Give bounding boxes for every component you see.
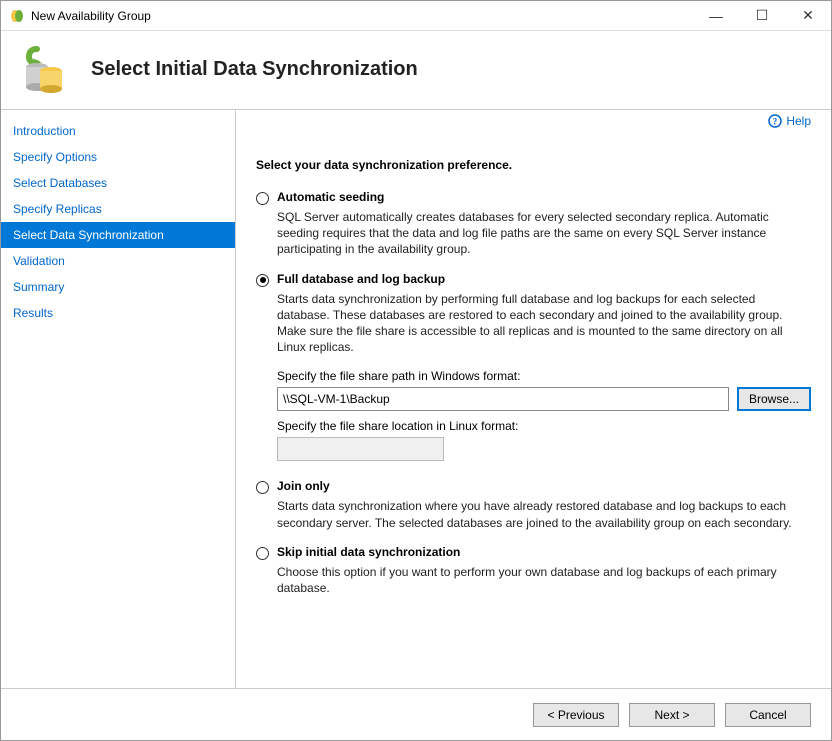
sidebar-item-results[interactable]: Results — [1, 300, 235, 326]
wizard-sidebar: Introduction Specify Options Select Data… — [1, 110, 236, 688]
input-windows-path[interactable] — [277, 387, 729, 411]
label-linux-path: Specify the file share location in Linux… — [277, 419, 811, 433]
label-full-backup: Full database and log backup — [277, 272, 445, 286]
input-linux-path — [277, 437, 444, 461]
page-title: Select Initial Data Synchronization — [91, 58, 418, 81]
app-icon — [9, 8, 25, 24]
label-join-only: Join only — [277, 479, 330, 493]
wizard-icon — [19, 43, 71, 95]
sidebar-item-validation[interactable]: Validation — [1, 248, 235, 274]
help-link[interactable]: ? Help — [768, 114, 811, 128]
desc-skip: Choose this option if you want to perfor… — [277, 564, 811, 596]
cancel-button[interactable]: Cancel — [725, 703, 811, 727]
sidebar-item-select-databases[interactable]: Select Databases — [1, 170, 235, 196]
desc-join-only: Starts data synchronization where you ha… — [277, 498, 811, 530]
label-skip: Skip initial data synchronization — [277, 545, 460, 559]
window-title: New Availability Group — [31, 9, 693, 23]
sidebar-item-summary[interactable]: Summary — [1, 274, 235, 300]
radio-join-only[interactable] — [256, 481, 269, 494]
previous-button[interactable]: < Previous — [533, 703, 619, 727]
desc-automatic-seeding: SQL Server automatically creates databas… — [277, 209, 811, 258]
maximize-button[interactable]: ☐ — [739, 1, 785, 30]
browse-button[interactable]: Browse... — [737, 387, 811, 411]
sidebar-item-select-data-sync[interactable]: Select Data Synchronization — [1, 222, 235, 248]
desc-full-backup: Starts data synchronization by performin… — [277, 291, 811, 356]
radio-skip[interactable] — [256, 547, 269, 560]
label-automatic-seeding: Automatic seeding — [277, 190, 384, 204]
close-button[interactable]: ✕ — [785, 1, 831, 30]
page-header: Select Initial Data Synchronization — [1, 31, 831, 110]
titlebar: New Availability Group — ☐ ✕ — [1, 1, 831, 31]
radio-automatic-seeding[interactable] — [256, 192, 269, 205]
sidebar-item-specify-options[interactable]: Specify Options — [1, 144, 235, 170]
footer: < Previous Next > Cancel — [1, 688, 831, 740]
help-label: Help — [786, 114, 811, 128]
sidebar-item-specify-replicas[interactable]: Specify Replicas — [1, 196, 235, 222]
help-icon: ? — [768, 114, 782, 128]
next-button[interactable]: Next > — [629, 703, 715, 727]
svg-text:?: ? — [773, 117, 778, 127]
sidebar-item-introduction[interactable]: Introduction — [1, 118, 235, 144]
intro-text: Select your data synchronization prefere… — [256, 158, 811, 172]
label-windows-path: Specify the file share path in Windows f… — [277, 369, 811, 383]
content-panel: ? Help Select your data synchronization … — [236, 110, 831, 688]
minimize-button[interactable]: — — [693, 1, 739, 30]
radio-full-backup[interactable] — [256, 274, 269, 287]
